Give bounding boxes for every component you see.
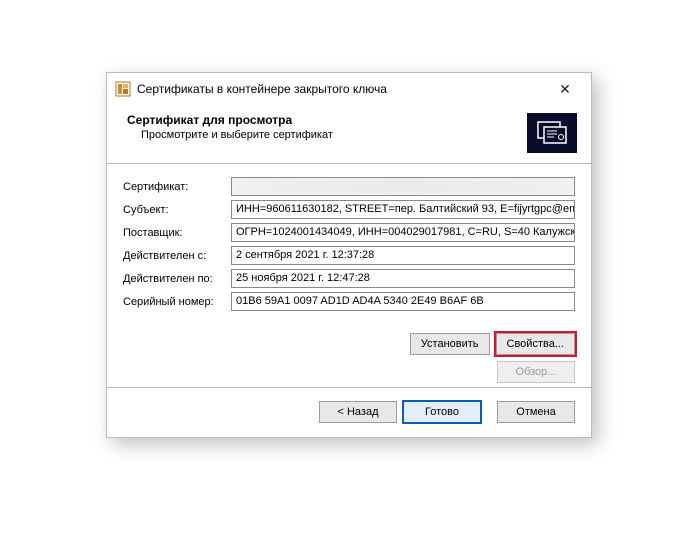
certificate-icon [527,113,577,153]
header-subtitle: Просмотрите и выберите сертификат [127,129,517,141]
subject-label: Субъект: [123,204,231,216]
valid-from-field: 2 сентября 2021 г. 12:37:28 [231,246,575,265]
install-button[interactable]: Установить [410,333,490,355]
finish-button[interactable]: Готово [403,401,481,423]
certificate-dialog: Сертификаты в контейнере закрытого ключа… [106,72,592,438]
cancel-button[interactable]: Отмена [497,401,575,423]
app-icon [115,81,131,97]
titlebar: Сертификаты в контейнере закрытого ключа… [107,73,591,105]
properties-button[interactable]: Свойства... [496,333,575,355]
valid-to-label: Действителен по: [123,273,231,285]
browse-button: Обзор... [497,361,575,383]
valid-from-label: Действителен с: [123,250,231,262]
certificate-label: Сертификат: [123,181,231,193]
wizard-footer: < Назад Готово Отмена [107,389,591,437]
issuer-label: Поставщик: [123,227,231,239]
issuer-field: ОГРН=1024001434049, ИНН=004029017981, C=… [231,223,575,242]
serial-field: 01B6 59A1 0097 AD1D AD4A 5340 2E49 B6AF … [231,292,575,311]
back-button[interactable]: < Назад [319,401,397,423]
window-title: Сертификаты в контейнере закрытого ключа [137,82,545,96]
wizard-header: Сертификат для просмотра Просмотрите и в… [107,105,591,163]
valid-to-field: 25 ноября 2021 г. 12:47:28 [231,269,575,288]
serial-label: Серийный номер: [123,296,231,308]
header-title: Сертификат для просмотра [127,113,517,127]
certificate-field [231,177,575,196]
certificate-details: Сертификат: Субъект: ИНН=960611630182, S… [107,165,591,325]
close-button[interactable]: ✕ [545,75,585,103]
subject-field: ИНН=960611630182, STREET=пер. Балтийский… [231,200,575,219]
